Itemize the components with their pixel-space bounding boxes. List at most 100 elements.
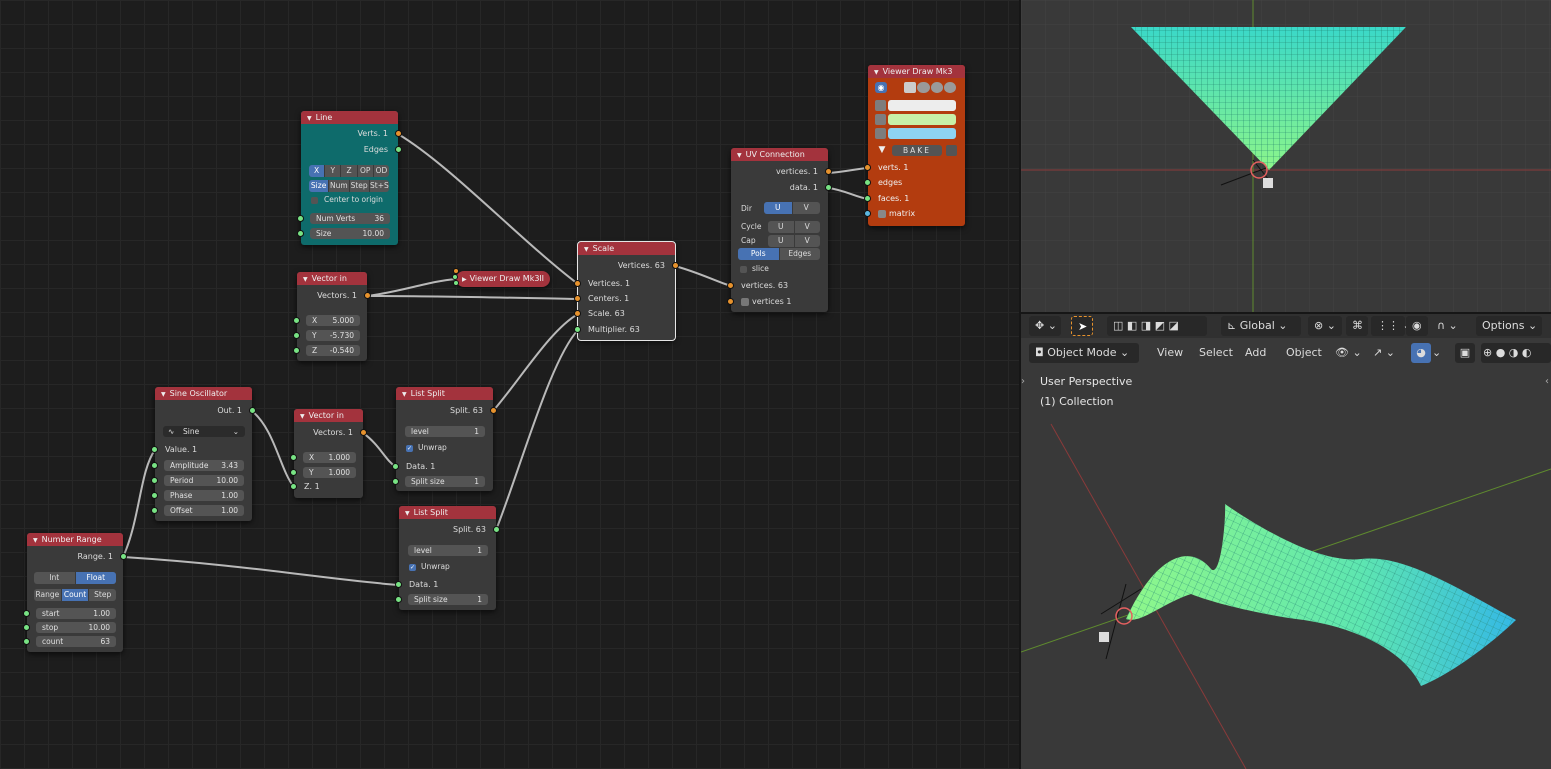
select-mode-icons[interactable]: ◫ ◧ ◨ ◩ ◪ (1107, 316, 1207, 336)
input-socket[interactable] (151, 446, 158, 453)
collapse-icon[interactable]: ▼ (161, 391, 166, 398)
viewport-main[interactable]: ✥ ⌄ ➤ ◫ ◧ ◨ ◩ ◪ ⊾ Global ⌄ ⊗ ⌄ ⌘ ⋮⋮ ⌄ ◉ … (1021, 314, 1551, 769)
select-tool-icon[interactable]: ➤ (1071, 316, 1093, 336)
input-socket[interactable] (290, 469, 297, 476)
output-type-selector[interactable]: Pols Edges (738, 248, 820, 260)
output-socket[interactable] (490, 407, 497, 414)
cap-v[interactable]: V (795, 235, 821, 247)
edge-color-swatch[interactable] (888, 114, 956, 125)
input-socket[interactable] (395, 596, 402, 603)
input-socket[interactable] (293, 347, 300, 354)
menu-add[interactable]: Add (1239, 343, 1272, 363)
input-socket[interactable] (293, 332, 300, 339)
mode-count[interactable]: Count (61, 589, 90, 601)
visibility-icon[interactable]: 👁 ⌄ (1329, 343, 1363, 363)
node-list-split-2[interactable]: ▼ List Split Split. 63 level 1 ✓ Unwrap Da… (395, 506, 500, 610)
menu-select[interactable]: Select (1193, 343, 1239, 363)
menu-object[interactable]: Object (1280, 343, 1328, 363)
type-selector[interactable]: Int Float (34, 572, 116, 584)
type-int[interactable]: Int (34, 572, 76, 584)
y-field[interactable]: Y 1.000 (303, 467, 356, 478)
chevron-down-icon[interactable]: ⌄ (1432, 343, 1446, 363)
cycle-u[interactable]: U (768, 221, 795, 233)
axis-selector[interactable]: X Y Z OP OD (309, 165, 389, 177)
range-mode-selector[interactable]: Range Count Step (34, 589, 116, 601)
input-socket[interactable] (151, 492, 158, 499)
orientation-dropdown[interactable]: ⊾ Global ⌄ (1221, 316, 1301, 336)
gizmo-icon[interactable]: ↗ ⌄ (1367, 343, 1401, 363)
node-list-split-1[interactable]: ▼ List Split Split. 63 level 1 ✓ Unwrap Da… (392, 387, 497, 491)
face-color-swatch[interactable] (888, 128, 956, 139)
type-float[interactable]: Float (75, 572, 116, 584)
menu-view[interactable]: View (1151, 343, 1189, 363)
output-socket[interactable] (825, 168, 832, 175)
output-socket[interactable] (360, 429, 367, 436)
mode-range[interactable]: Range (34, 589, 62, 601)
shade-smooth-icon[interactable] (930, 82, 943, 93)
collapse-icon[interactable]: ▼ (307, 115, 312, 122)
split-size-field[interactable]: Split size 1 (408, 594, 488, 605)
cycle-v[interactable]: V (795, 221, 821, 233)
input-socket[interactable] (864, 179, 871, 186)
output-socket[interactable] (249, 407, 256, 414)
node-viewer-collapsed[interactable]: ▶ Viewer Draw Mk3 II (452, 268, 550, 287)
axis-x[interactable]: X (309, 165, 326, 177)
input-socket[interactable] (727, 298, 734, 305)
input-socket[interactable] (297, 215, 304, 222)
edges-option[interactable]: Edges (780, 248, 821, 260)
input-socket[interactable] (574, 295, 581, 302)
collapse-icon[interactable]: ▼ (402, 391, 407, 398)
cycle-selector[interactable]: UV (768, 221, 820, 233)
input-socket[interactable] (574, 310, 581, 317)
output-socket[interactable] (120, 553, 127, 560)
cap-selector[interactable]: UV (768, 235, 820, 247)
input-socket[interactable] (297, 230, 304, 237)
z-field[interactable]: Z -0.540 (306, 345, 360, 356)
axis-od[interactable]: OD (374, 165, 389, 177)
num-verts-field[interactable]: Num Verts 36 (310, 213, 390, 224)
input-socket[interactable] (151, 462, 158, 469)
node-uv-connection[interactable]: ▼ UV Connection vertices. 1 data. 1 Dir U… (727, 148, 832, 312)
input-socket[interactable] (453, 280, 459, 286)
output-socket[interactable] (672, 262, 679, 269)
input-socket[interactable] (727, 282, 734, 289)
sidebar-expand-icon[interactable]: ‹ (1545, 376, 1549, 387)
input-socket[interactable] (864, 210, 871, 217)
mode-num[interactable]: Num (329, 180, 350, 192)
mode-dropdown[interactable]: ◘ Object Mode ⌄ (1029, 343, 1139, 363)
mode-size[interactable]: Size (309, 180, 330, 192)
input-socket[interactable] (293, 317, 300, 324)
x-field[interactable]: X 5.000 (306, 315, 360, 326)
offset-field[interactable]: Offset 1.00 (164, 505, 244, 516)
input-socket[interactable] (151, 477, 158, 484)
axis-z[interactable]: Z (341, 165, 358, 177)
collapse-icon[interactable]: ▼ (584, 246, 589, 253)
collapse-icon[interactable]: ▼ (303, 276, 308, 283)
filter-icon[interactable]: ▼ (875, 145, 889, 156)
y-field[interactable]: Y -5.730 (306, 330, 360, 341)
mode-step[interactable]: Step (350, 180, 370, 192)
center-checkbox[interactable] (311, 197, 318, 204)
node-line[interactable]: ▼ Line Verts. 1 Edges X Y Z OP OD Size Nu… (297, 111, 402, 245)
falloff-icon[interactable]: ∩ ⌄ (1431, 316, 1463, 336)
input-socket[interactable] (392, 463, 399, 470)
stop-field[interactable]: stop 10.00 (36, 622, 116, 633)
output-socket[interactable] (364, 292, 371, 299)
mode-selector[interactable]: Size Num Step St+S (309, 180, 389, 192)
cap-u[interactable]: U (768, 235, 795, 247)
shading-icons[interactable]: ⊕ ● ◑ ◐ (1481, 343, 1551, 363)
split-size-field[interactable]: Split size 1 (405, 476, 485, 487)
mode-sts[interactable]: St+S (370, 180, 389, 192)
node-editor[interactable]: ▼ Line Verts. 1 Edges X Y Z OP OD Size Nu… (0, 0, 1019, 769)
shade-wire-icon[interactable] (943, 82, 956, 93)
mode-step[interactable]: Step (89, 589, 116, 601)
input-socket[interactable] (290, 454, 297, 461)
eye-icon[interactable]: ◉ (875, 82, 887, 93)
input-socket[interactable] (864, 195, 871, 202)
input-socket[interactable] (392, 478, 399, 485)
input-socket[interactable] (290, 483, 297, 490)
collapse-icon[interactable]: ▼ (874, 69, 879, 76)
toolbar-expand-icon[interactable]: › (1021, 376, 1025, 387)
output-socket[interactable] (825, 184, 832, 191)
overlay-icon[interactable]: ◕ (1411, 343, 1431, 363)
